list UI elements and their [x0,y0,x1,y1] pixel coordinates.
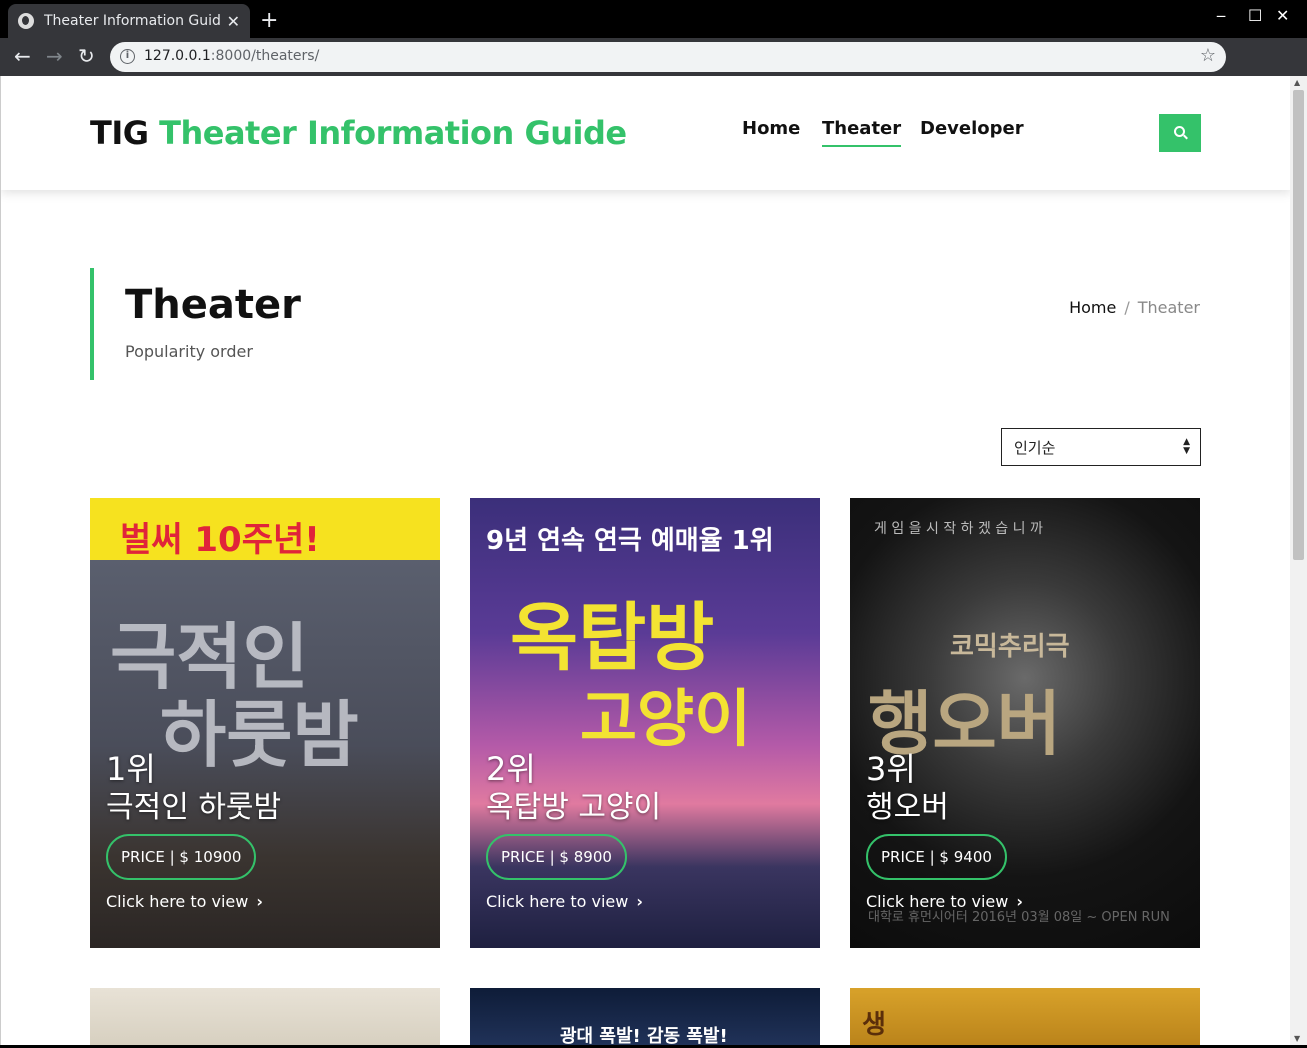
view-link[interactable]: Click here to view › [486,892,643,911]
tab-title: Theater Information Guid [44,13,221,29]
new-tab-button[interactable]: + [260,8,278,33]
page-subtitle: Popularity order [125,342,253,361]
card-title: 행오버 [866,790,949,825]
price-badge[interactable]: PRICE | $ 9400 [866,834,1007,880]
close-window-icon[interactable]: ✕ [1276,6,1289,25]
breadcrumb-current: Theater [1137,298,1200,317]
sort-select-value: 인기순 [1014,439,1056,457]
site-logo[interactable]: TIG Theater Information Guide [90,114,627,152]
heading-accent-bar [90,268,94,380]
brand-abbr: TIG [90,114,149,152]
nav-theater[interactable]: Theater [822,118,902,147]
bookmark-star-icon[interactable]: ☆ [1200,45,1216,66]
theater-card[interactable]: 벌써 10주년! 극적인 하룻밤 1위 극적인 하룻밤 PRICE | $ 10… [90,498,440,948]
back-icon[interactable]: ← [14,44,31,68]
theater-card[interactable]: 게 임 을 시 작 하 겠 습 니 까 코믹추리극 행오버 대학로 휴먼시어터 … [850,498,1200,948]
poster-image: 벌써 10주년! 극적인 하룻밤 [90,498,440,948]
select-arrows-icon: ▲ ▼ [1183,437,1190,456]
sort-select[interactable]: 인기순 ▲ ▼ [1001,428,1201,466]
price-badge[interactable]: PRICE | $ 8900 [486,834,627,880]
info-icon[interactable]: i [120,49,135,64]
poster-caption: 광대 폭발! 감동 폭발! [560,1026,728,1045]
card-title: 극적인 하룻밤 [106,790,282,825]
poster-caption: 고양이 [580,682,752,755]
breadcrumb-separator: / [1124,298,1130,317]
poster-caption: 코믹추리극 [950,632,1070,662]
forward-icon[interactable]: → [46,44,63,68]
browser-titlebar: Theater Information Guid ✕ + ‒ ☐ ✕ [0,0,1307,38]
page-viewport: TIG Theater Information Guide Home Theat… [0,76,1307,1045]
poster-caption: 생 [862,1010,886,1040]
chevron-right-icon: › [256,892,263,911]
poster-image: 광대 폭발! 감동 폭발! [470,988,820,1045]
page-title: Theater [125,282,301,328]
chevron-right-icon: › [1016,892,1023,911]
browser-tab[interactable]: Theater Information Guid ✕ [8,4,250,38]
view-link[interactable]: Click here to view › [106,892,263,911]
poster-image: 9년 연속 연극 예매율 1위 옥탑방 고양이 [470,498,820,948]
breadcrumb: Home / Theater [1069,298,1200,317]
card-title: 옥탑방 고양이 [486,790,662,825]
search-button[interactable] [1159,114,1201,152]
site-header: TIG Theater Information Guide Home Theat… [1,76,1291,190]
reload-icon[interactable]: ↻ [78,44,95,68]
nav-home[interactable]: Home [742,118,800,139]
poster-caption: 하룻밤 [160,693,359,777]
close-tab-icon[interactable]: ✕ [227,12,240,31]
brand-name: Theater Information Guide [159,114,627,152]
view-link[interactable]: Click here to view › [866,892,1023,911]
poster-image: 생 [850,988,1200,1045]
poster-caption: 게 임 을 시 작 하 겠 습 니 까 [874,521,1043,537]
chevron-right-icon: › [636,892,643,911]
scroll-up-icon[interactable]: ▲ [1294,78,1300,87]
breadcrumb-home[interactable]: Home [1069,298,1116,317]
browser-toolbar: ← → ↻ i 127.0.0.1:8000/theaters/ ☆ ⋮ [0,38,1307,105]
page-scrollbar[interactable]: ▲ ▼ [1290,76,1307,1045]
scrollbar-thumb[interactable] [1293,90,1304,560]
poster-caption: 9년 연속 연극 예매율 1위 [486,526,774,556]
nav-developer[interactable]: Developer [920,118,1024,139]
maximize-icon[interactable]: ☐ [1248,6,1262,25]
address-bar[interactable]: i 127.0.0.1:8000/theaters/ ☆ [110,42,1226,72]
poster-image [90,988,440,1045]
scroll-down-icon[interactable]: ▼ [1294,1034,1300,1043]
theater-card[interactable]: 생 [850,988,1200,1045]
minimize-icon[interactable]: ‒ [1216,6,1226,25]
poster-caption: 벌써 10주년! [120,520,320,560]
url-text[interactable]: 127.0.0.1:8000/theaters/ [144,48,319,64]
theater-card[interactable]: 9년 연속 연극 예매율 1위 옥탑방 고양이 2위 옥탑방 고양이 PRICE… [470,498,820,948]
globe-icon [18,13,34,29]
theater-card[interactable]: 광대 폭발! 감동 폭발! [470,988,820,1045]
poster-image: 게 임 을 시 작 하 겠 습 니 까 코믹추리극 행오버 대학로 휴먼시어터 … [850,498,1200,948]
theater-card[interactable] [90,988,440,1045]
price-badge[interactable]: PRICE | $ 10900 [106,834,257,880]
